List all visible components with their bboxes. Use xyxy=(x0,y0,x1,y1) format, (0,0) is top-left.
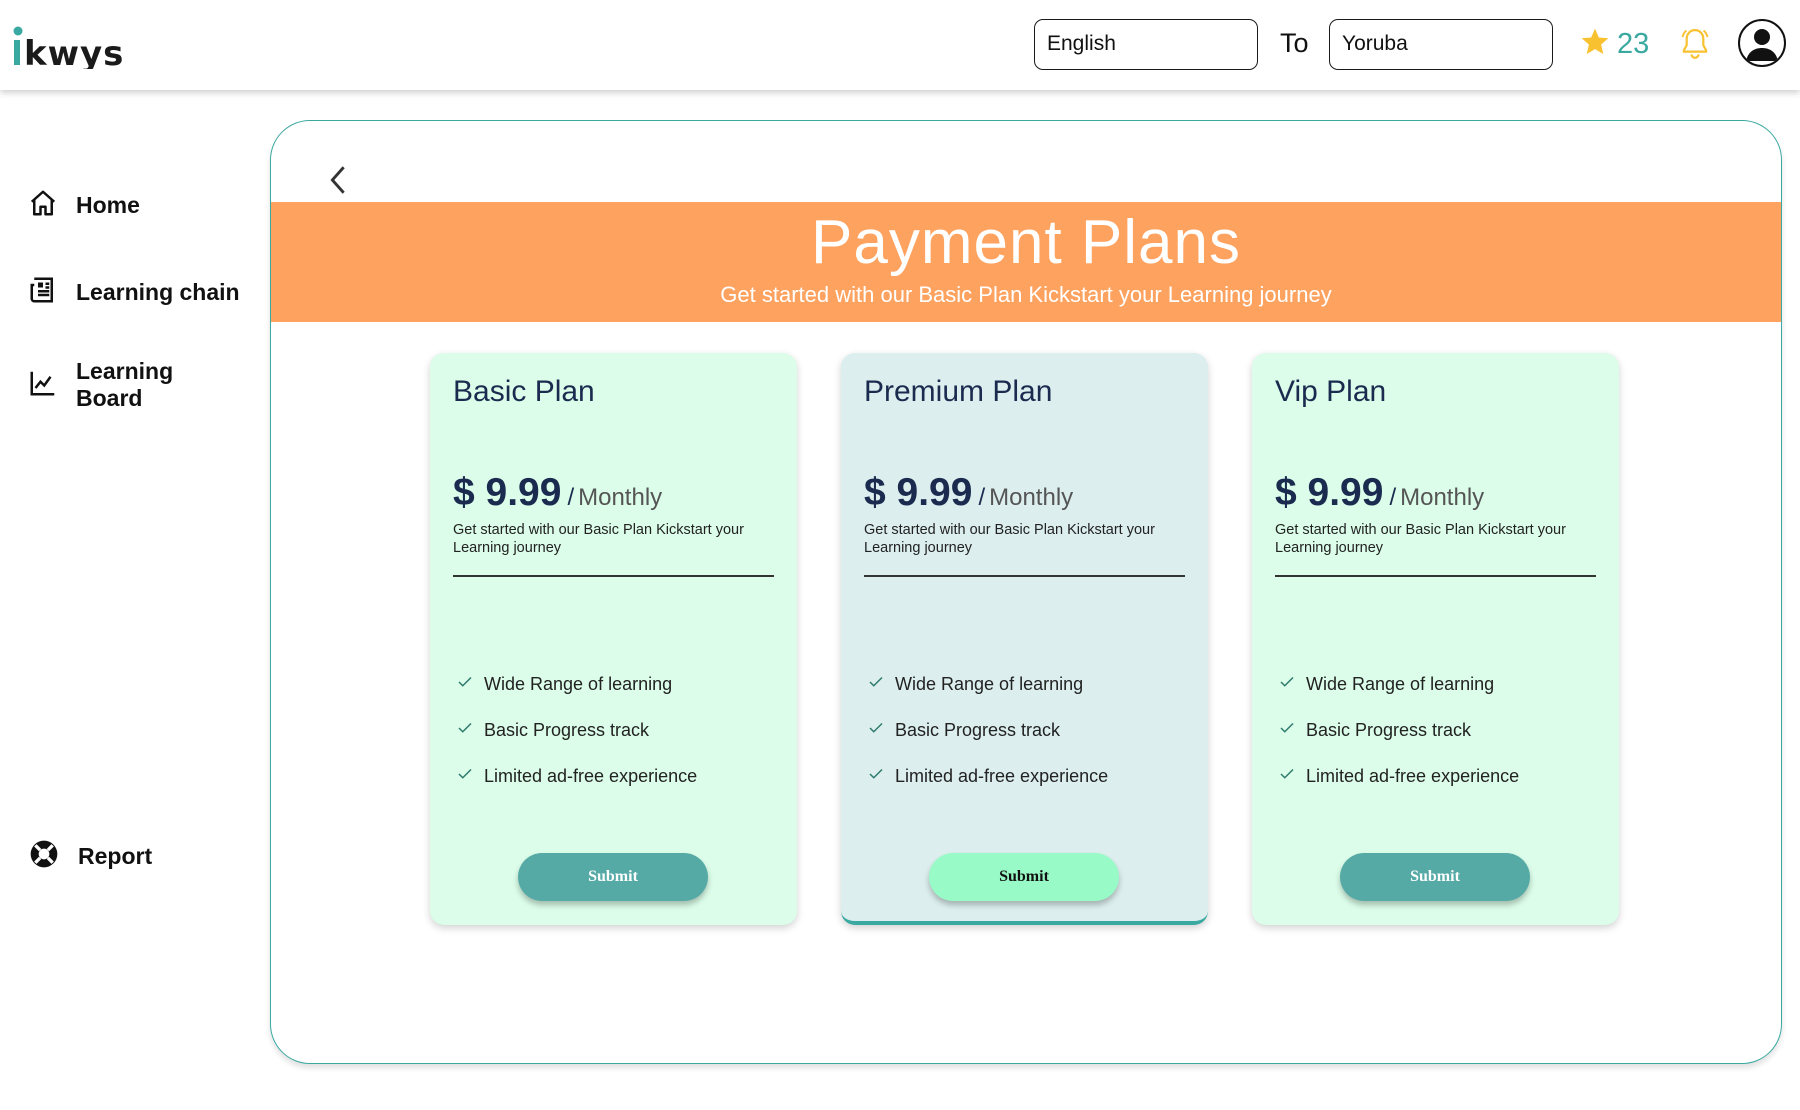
sidebar-item-label: Home xyxy=(76,192,140,218)
to-label: To xyxy=(1280,28,1309,58)
check-icon xyxy=(456,765,474,788)
feature-label: Limited ad-free experience xyxy=(484,765,698,786)
star-score[interactable]: 23 xyxy=(1579,26,1649,63)
price-row: $ 9.99 /Monthly xyxy=(453,471,663,514)
plan-price: $ 9.99 xyxy=(1275,471,1384,514)
page-title: Payment Plans xyxy=(811,208,1241,277)
submit-button-vip[interactable]: Submit xyxy=(1340,853,1530,901)
feature-item: Wide Range of learning xyxy=(1278,661,1519,707)
plan-description: Get started with our Basic Plan Kickstar… xyxy=(864,522,1155,556)
feature-label: Basic Progress track xyxy=(895,719,1061,740)
star-icon xyxy=(1579,26,1611,63)
ikwys-logo[interactable]: kwys xyxy=(12,25,142,69)
plan-price: $ 9.99 xyxy=(864,471,973,514)
submit-button-premium[interactable]: Submit xyxy=(929,853,1119,901)
feature-list: Wide Range of learning Basic Progress tr… xyxy=(456,661,697,799)
feature-label: Wide Range of learning xyxy=(1306,673,1495,694)
sidebar-item-learning-chain[interactable]: Learning chain xyxy=(28,275,240,310)
newspaper-icon xyxy=(28,275,58,310)
divider xyxy=(864,575,1185,577)
feature-item: Limited ad-free experience xyxy=(867,753,1108,799)
check-icon xyxy=(1278,765,1296,788)
price-row: $ 9.99 /Monthly xyxy=(864,471,1074,514)
back-arrow-icon[interactable] xyxy=(326,163,350,202)
feature-item: Basic Progress track xyxy=(456,707,697,753)
user-avatar-icon[interactable] xyxy=(1738,19,1786,67)
bell-icon[interactable] xyxy=(1678,26,1712,67)
feature-item: Wide Range of learning xyxy=(867,661,1108,707)
plan-name: Premium Plan xyxy=(864,375,1053,408)
feature-item: Basic Progress track xyxy=(867,707,1108,753)
sidebar-item-label: Report xyxy=(78,843,153,869)
home-icon xyxy=(28,188,58,223)
top-bar: kwys English To Yoruba 23 xyxy=(0,0,1800,90)
chart-line-icon xyxy=(28,368,58,403)
sidebar-item-label: Learning Board xyxy=(76,358,174,411)
plan-card-premium[interactable]: Premium Plan $ 9.99 /Monthly Get started… xyxy=(841,353,1208,925)
to-language-select[interactable]: Yoruba xyxy=(1329,19,1553,70)
check-icon xyxy=(456,673,474,696)
sidebar-item-label: Learning chain xyxy=(76,279,240,305)
divider xyxy=(453,575,774,577)
plan-period: Monthly xyxy=(578,484,663,511)
svg-text:kwys: kwys xyxy=(24,34,124,69)
plan-card-basic[interactable]: Basic Plan $ 9.99 /Monthly Get started w… xyxy=(430,353,797,925)
sidebar-item-home[interactable]: Home xyxy=(28,188,140,223)
feature-label: Wide Range of learning xyxy=(484,673,673,694)
lifebuoy-icon xyxy=(28,838,60,875)
price-row: $ 9.99 /Monthly xyxy=(1275,471,1485,514)
plan-description: Get started with our Basic Plan Kickstar… xyxy=(1275,522,1566,556)
feature-label: Limited ad-free experience xyxy=(895,765,1109,786)
sidebar-item-report[interactable]: Report xyxy=(28,838,152,875)
check-icon xyxy=(1278,673,1296,696)
plan-name: Basic Plan xyxy=(453,375,595,408)
feature-item: Limited ad-free experience xyxy=(456,753,697,799)
plan-period: Monthly xyxy=(1400,484,1485,511)
feature-item: Wide Range of learning xyxy=(456,661,697,707)
feature-list: Wide Range of learning Basic Progress tr… xyxy=(1278,661,1519,799)
feature-label: Wide Range of learning xyxy=(895,673,1084,694)
check-icon xyxy=(867,719,885,742)
check-icon xyxy=(867,765,885,788)
divider xyxy=(1275,575,1596,577)
plan-name: Vip Plan xyxy=(1275,375,1387,408)
payment-plans-banner: Payment Plans Get started with our Basic… xyxy=(271,202,1781,322)
feature-label: Basic Progress track xyxy=(484,719,650,740)
feature-label: Limited ad-free experience xyxy=(1306,765,1520,786)
submit-button-basic[interactable]: Submit xyxy=(518,853,708,901)
sidebar-item-learning-board[interactable]: Learning Board xyxy=(28,358,173,412)
check-icon xyxy=(456,719,474,742)
plan-period: Monthly xyxy=(989,484,1074,511)
check-icon xyxy=(867,673,885,696)
check-icon xyxy=(1278,719,1296,742)
star-count: 23 xyxy=(1617,28,1650,60)
plan-card-vip[interactable]: Vip Plan $ 9.99 /Monthly Get started wit… xyxy=(1252,353,1619,925)
feature-label: Basic Progress track xyxy=(1306,719,1472,740)
from-language-select[interactable]: English xyxy=(1034,19,1258,70)
feature-item: Limited ad-free experience xyxy=(1278,753,1519,799)
feature-list: Wide Range of learning Basic Progress tr… xyxy=(867,661,1108,799)
feature-item: Basic Progress track xyxy=(1278,707,1519,753)
plan-price: $ 9.99 xyxy=(453,471,562,514)
main-panel: Payment Plans Get started with our Basic… xyxy=(270,120,1782,1064)
plan-description: Get started with our Basic Plan Kickstar… xyxy=(453,522,744,556)
page-subtitle: Get started with our Basic Plan Kickstar… xyxy=(720,282,1332,307)
